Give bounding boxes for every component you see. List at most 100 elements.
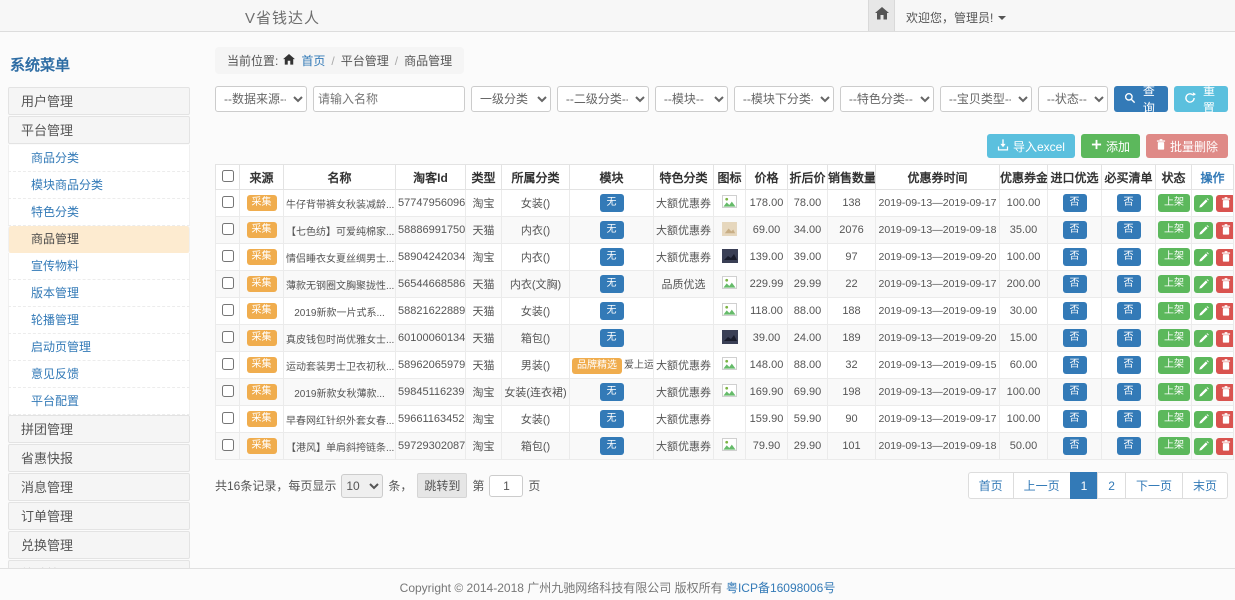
row-checkbox[interactable]	[222, 412, 234, 424]
status-toggle[interactable]: 上架	[1158, 329, 1190, 347]
must-buy-toggle[interactable]: 否	[1117, 275, 1141, 293]
sidebar-item-13[interactable]: 省惠快报	[8, 444, 190, 472]
imported-toggle[interactable]: 否	[1063, 410, 1087, 428]
sidebar-item-8[interactable]: 轮播管理	[8, 307, 190, 334]
row-checkbox[interactable]	[222, 358, 234, 370]
page-button-2[interactable]: 2	[1097, 472, 1126, 499]
sidebar-item-11[interactable]: 平台配置	[8, 388, 190, 415]
status-toggle[interactable]: 上架	[1158, 383, 1190, 401]
must-buy-toggle[interactable]: 否	[1117, 221, 1141, 239]
edit-button[interactable]	[1194, 411, 1213, 428]
edit-button[interactable]	[1194, 438, 1213, 455]
primary-category-select[interactable]: 一级分类	[471, 86, 551, 112]
sidebar-item-6[interactable]: 宣传物料	[8, 253, 190, 280]
row-checkbox[interactable]	[222, 223, 234, 235]
status-toggle[interactable]: 上架	[1158, 248, 1190, 266]
delete-button[interactable]	[1216, 303, 1233, 320]
sidebar-item-3[interactable]: 模块商品分类	[8, 172, 190, 199]
jump-button[interactable]: 跳转到	[417, 473, 467, 498]
row-checkbox[interactable]	[222, 439, 234, 451]
sidebar-item-0[interactable]: 用户管理	[8, 87, 190, 115]
must-buy-toggle[interactable]: 否	[1117, 248, 1141, 266]
status-toggle[interactable]: 上架	[1158, 356, 1190, 374]
delete-button[interactable]	[1216, 411, 1233, 428]
sidebar-item-10[interactable]: 意见反馈	[8, 361, 190, 388]
name-search-input[interactable]	[313, 86, 465, 112]
sidebar-item-5[interactable]: 商品管理	[8, 226, 190, 253]
edit-button[interactable]	[1194, 249, 1213, 266]
add-button[interactable]: 添加	[1081, 134, 1140, 158]
data-source-select[interactable]: --数据来源--	[215, 86, 307, 112]
delete-button[interactable]	[1216, 222, 1233, 239]
imported-toggle[interactable]: 否	[1063, 356, 1087, 374]
status-toggle[interactable]: 上架	[1158, 410, 1190, 428]
status-toggle[interactable]: 上架	[1158, 275, 1190, 293]
imported-toggle[interactable]: 否	[1063, 437, 1087, 455]
status-toggle[interactable]: 上架	[1158, 221, 1190, 239]
imported-toggle[interactable]: 否	[1063, 194, 1087, 212]
row-checkbox[interactable]	[222, 385, 234, 397]
icp-link[interactable]: 粤ICP备16098006号	[726, 581, 835, 595]
item-type-select[interactable]: --宝贝类型--	[940, 86, 1032, 112]
row-checkbox[interactable]	[222, 304, 234, 316]
status-select[interactable]: --状态--	[1038, 86, 1108, 112]
module-subcategory-select[interactable]: --模块下分类--	[734, 86, 834, 112]
sidebar-item-14[interactable]: 消息管理	[8, 473, 190, 501]
must-buy-toggle[interactable]: 否	[1117, 410, 1141, 428]
imported-toggle[interactable]: 否	[1063, 329, 1087, 347]
delete-button[interactable]	[1216, 195, 1233, 212]
page-button-上一页[interactable]: 上一页	[1013, 472, 1071, 499]
row-checkbox[interactable]	[222, 331, 234, 343]
edit-button[interactable]	[1194, 195, 1213, 212]
secondary-category-select[interactable]: --二级分类--	[557, 86, 649, 112]
delete-button[interactable]	[1216, 249, 1233, 266]
imported-toggle[interactable]: 否	[1063, 275, 1087, 293]
delete-button[interactable]	[1216, 438, 1233, 455]
must-buy-toggle[interactable]: 否	[1117, 194, 1141, 212]
page-button-1[interactable]: 1	[1070, 472, 1099, 499]
user-menu[interactable]: 欢迎您，管理员!	[906, 9, 1006, 26]
feature-category-select[interactable]: --特色分类--	[840, 86, 934, 112]
row-checkbox[interactable]	[222, 277, 234, 289]
search-button[interactable]: 查询	[1114, 86, 1168, 112]
import-excel-button[interactable]: 导入excel	[987, 134, 1075, 158]
delete-button[interactable]	[1216, 357, 1233, 374]
delete-button[interactable]	[1216, 330, 1233, 347]
sidebar-item-4[interactable]: 特色分类	[8, 199, 190, 226]
status-toggle[interactable]: 上架	[1158, 302, 1190, 320]
edit-button[interactable]	[1194, 222, 1213, 239]
delete-button[interactable]	[1216, 384, 1233, 401]
page-button-末页[interactable]: 末页	[1182, 472, 1228, 499]
page-button-下一页[interactable]: 下一页	[1125, 472, 1183, 499]
sidebar-item-12[interactable]: 拼团管理	[8, 415, 190, 443]
sidebar-item-7[interactable]: 版本管理	[8, 280, 190, 307]
select-all-checkbox[interactable]	[222, 170, 234, 182]
reset-button[interactable]: 重置	[1174, 86, 1228, 112]
sidebar-item-2[interactable]: 商品分类	[8, 145, 190, 172]
sidebar-item-9[interactable]: 启动页管理	[8, 334, 190, 361]
edit-button[interactable]	[1194, 330, 1213, 347]
must-buy-toggle[interactable]: 否	[1117, 437, 1141, 455]
row-checkbox[interactable]	[222, 250, 234, 262]
batch-delete-button[interactable]: 批量删除	[1146, 134, 1228, 158]
row-checkbox[interactable]	[222, 196, 234, 208]
breadcrumb-item-0[interactable]: 首页	[301, 52, 325, 69]
status-toggle[interactable]: 上架	[1158, 437, 1190, 455]
must-buy-toggle[interactable]: 否	[1117, 302, 1141, 320]
jump-page-input[interactable]	[489, 475, 523, 497]
imported-toggle[interactable]: 否	[1063, 221, 1087, 239]
edit-button[interactable]	[1194, 384, 1213, 401]
page-size-select[interactable]: 10	[341, 474, 383, 498]
sidebar-item-17[interactable]: 统计管理	[8, 560, 190, 568]
must-buy-toggle[interactable]: 否	[1117, 383, 1141, 401]
page-button-首页[interactable]: 首页	[968, 472, 1014, 499]
edit-button[interactable]	[1194, 357, 1213, 374]
imported-toggle[interactable]: 否	[1063, 302, 1087, 320]
imported-toggle[interactable]: 否	[1063, 248, 1087, 266]
edit-button[interactable]	[1194, 276, 1213, 293]
must-buy-toggle[interactable]: 否	[1117, 329, 1141, 347]
imported-toggle[interactable]: 否	[1063, 383, 1087, 401]
sidebar-item-1[interactable]: 平台管理	[8, 116, 190, 144]
delete-button[interactable]	[1216, 276, 1233, 293]
home-button[interactable]	[868, 0, 895, 31]
